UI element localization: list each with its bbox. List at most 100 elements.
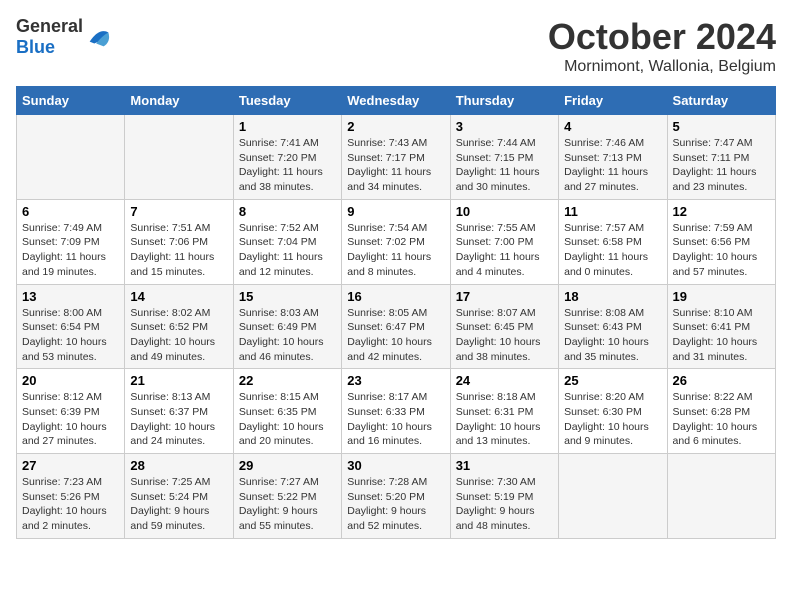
calendar-cell [559,454,667,539]
day-info: Sunrise: 7:43 AMSunset: 7:17 PMDaylight:… [347,136,444,195]
calendar-cell: 16Sunrise: 8:05 AMSunset: 6:47 PMDayligh… [342,284,450,369]
calendar-cell [667,454,775,539]
day-info: Sunrise: 8:05 AMSunset: 6:47 PMDaylight:… [347,306,444,365]
calendar-cell [17,115,125,200]
day-number: 28 [130,458,227,473]
day-info: Sunrise: 7:25 AMSunset: 5:24 PMDaylight:… [130,475,227,534]
day-number: 3 [456,119,553,134]
day-info: Sunrise: 7:52 AMSunset: 7:04 PMDaylight:… [239,221,336,280]
day-number: 24 [456,373,553,388]
logo-text: General Blue [16,16,83,58]
day-info: Sunrise: 8:20 AMSunset: 6:30 PMDaylight:… [564,390,661,449]
day-info: Sunrise: 7:47 AMSunset: 7:11 PMDaylight:… [673,136,770,195]
calendar-cell: 28 Sunrise: 7:25 AMSunset: 5:24 PMDayligh… [125,454,233,539]
day-number: 30 [347,458,444,473]
weekday-header-wednesday: Wednesday [342,87,450,115]
day-number: 8 [239,204,336,219]
weekday-header-monday: Monday [125,87,233,115]
calendar-cell: 9 Sunrise: 7:54 AMSunset: 7:02 PMDaylight… [342,199,450,284]
day-number: 12 [673,204,770,219]
calendar-cell: 19 Sunrise: 8:10 AMSunset: 6:41 PMDayligh… [667,284,775,369]
day-info: Sunrise: 7:23 AMSunset: 5:26 PMDaylight:… [22,475,119,534]
day-info: Sunrise: 8:18 AMSunset: 6:31 PMDaylight:… [456,390,553,449]
calendar-cell [125,115,233,200]
calendar-cell: 5 Sunrise: 7:47 AMSunset: 7:11 PMDaylight… [667,115,775,200]
calendar-week-row: 6 Sunrise: 7:49 AMSunset: 7:09 PMDaylight… [17,199,776,284]
calendar-cell: 18Sunrise: 8:08 AMSunset: 6:43 PMDayligh… [559,284,667,369]
day-info: Sunrise: 7:41 AMSunset: 7:20 PMDaylight:… [239,136,336,195]
day-number: 6 [22,204,119,219]
day-number: 26 [673,373,770,388]
location-title: Mornimont, Wallonia, Belgium [548,58,776,76]
logo-general: General [16,16,83,36]
day-info: Sunrise: 8:15 AMSunset: 6:35 PMDaylight:… [239,390,336,449]
calendar-cell: 2 Sunrise: 7:43 AMSunset: 7:17 PMDaylight… [342,115,450,200]
weekday-header-sunday: Sunday [17,87,125,115]
weekday-header-thursday: Thursday [450,87,558,115]
logo-icon [85,23,113,51]
day-info: Sunrise: 7:57 AMSunset: 6:58 PMDaylight:… [564,221,661,280]
day-info: Sunrise: 8:10 AMSunset: 6:41 PMDaylight:… [673,306,770,365]
day-number: 23 [347,373,444,388]
day-info: Sunrise: 7:27 AMSunset: 5:22 PMDaylight:… [239,475,336,534]
day-info: Sunrise: 7:59 AMSunset: 6:56 PMDaylight:… [673,221,770,280]
calendar-cell: 1 Sunrise: 7:41 AMSunset: 7:20 PMDaylight… [233,115,341,200]
logo-blue: Blue [16,37,55,57]
month-title: October 2024 [548,16,776,58]
day-number: 14 [130,289,227,304]
calendar-week-row: 27 Sunrise: 7:23 AMSunset: 5:26 PMDayligh… [17,454,776,539]
day-number: 22 [239,373,336,388]
day-info: Sunrise: 7:49 AMSunset: 7:09 PMDaylight:… [22,221,119,280]
day-number: 11 [564,204,661,219]
day-number: 25 [564,373,661,388]
day-number: 29 [239,458,336,473]
calendar-cell: 10 Sunrise: 7:55 AMSunset: 7:00 PMDayligh… [450,199,558,284]
day-info: Sunrise: 8:02 AMSunset: 6:52 PMDaylight:… [130,306,227,365]
day-number: 2 [347,119,444,134]
calendar-cell: 31 Sunrise: 7:30 AMSunset: 5:19 PMDayligh… [450,454,558,539]
page-header: General Blue October 2024 Mornimont, Wal… [16,16,776,76]
title-section: October 2024 Mornimont, Wallonia, Belgiu… [548,16,776,76]
calendar-cell: 7Sunrise: 7:51 AMSunset: 7:06 PMDaylight… [125,199,233,284]
day-info: Sunrise: 7:54 AMSunset: 7:02 PMDaylight:… [347,221,444,280]
logo: General Blue [16,16,113,58]
calendar-table: SundayMondayTuesdayWednesdayThursdayFrid… [16,86,776,539]
day-number: 31 [456,458,553,473]
calendar-cell: 30Sunrise: 7:28 AMSunset: 5:20 PMDayligh… [342,454,450,539]
calendar-week-row: 1 Sunrise: 7:41 AMSunset: 7:20 PMDaylight… [17,115,776,200]
weekday-header-tuesday: Tuesday [233,87,341,115]
weekday-header-saturday: Saturday [667,87,775,115]
calendar-cell: 15 Sunrise: 8:03 AMSunset: 6:49 PMDayligh… [233,284,341,369]
day-info: Sunrise: 8:03 AMSunset: 6:49 PMDaylight:… [239,306,336,365]
calendar-week-row: 20 Sunrise: 8:12 AMSunset: 6:39 PMDayligh… [17,369,776,454]
weekday-header-row: SundayMondayTuesdayWednesdayThursdayFrid… [17,87,776,115]
day-info: Sunrise: 7:30 AMSunset: 5:19 PMDaylight:… [456,475,553,534]
calendar-cell: 6 Sunrise: 7:49 AMSunset: 7:09 PMDaylight… [17,199,125,284]
calendar-cell: 12 Sunrise: 7:59 AMSunset: 6:56 PMDayligh… [667,199,775,284]
calendar-cell: 24 Sunrise: 8:18 AMSunset: 6:31 PMDayligh… [450,369,558,454]
day-info: Sunrise: 8:22 AMSunset: 6:28 PMDaylight:… [673,390,770,449]
day-number: 19 [673,289,770,304]
calendar-cell: 22 Sunrise: 8:15 AMSunset: 6:35 PMDayligh… [233,369,341,454]
calendar-cell: 11 Sunrise: 7:57 AMSunset: 6:58 PMDayligh… [559,199,667,284]
day-number: 1 [239,119,336,134]
day-number: 10 [456,204,553,219]
calendar-week-row: 13Sunrise: 8:00 AMSunset: 6:54 PMDayligh… [17,284,776,369]
calendar-cell: 3Sunrise: 7:44 AMSunset: 7:15 PMDaylight… [450,115,558,200]
calendar-cell: 4 Sunrise: 7:46 AMSunset: 7:13 PMDaylight… [559,115,667,200]
calendar-cell: 23 Sunrise: 8:17 AMSunset: 6:33 PMDayligh… [342,369,450,454]
calendar-cell: 21Sunrise: 8:13 AMSunset: 6:37 PMDayligh… [125,369,233,454]
day-info: Sunrise: 8:12 AMSunset: 6:39 PMDaylight:… [22,390,119,449]
day-info: Sunrise: 7:46 AMSunset: 7:13 PMDaylight:… [564,136,661,195]
day-info: Sunrise: 8:08 AMSunset: 6:43 PMDaylight:… [564,306,661,365]
day-info: Sunrise: 7:55 AMSunset: 7:00 PMDaylight:… [456,221,553,280]
day-number: 15 [239,289,336,304]
day-number: 5 [673,119,770,134]
day-info: Sunrise: 8:17 AMSunset: 6:33 PMDaylight:… [347,390,444,449]
day-number: 20 [22,373,119,388]
day-number: 4 [564,119,661,134]
day-number: 9 [347,204,444,219]
day-number: 17 [456,289,553,304]
day-number: 27 [22,458,119,473]
day-number: 7 [130,204,227,219]
